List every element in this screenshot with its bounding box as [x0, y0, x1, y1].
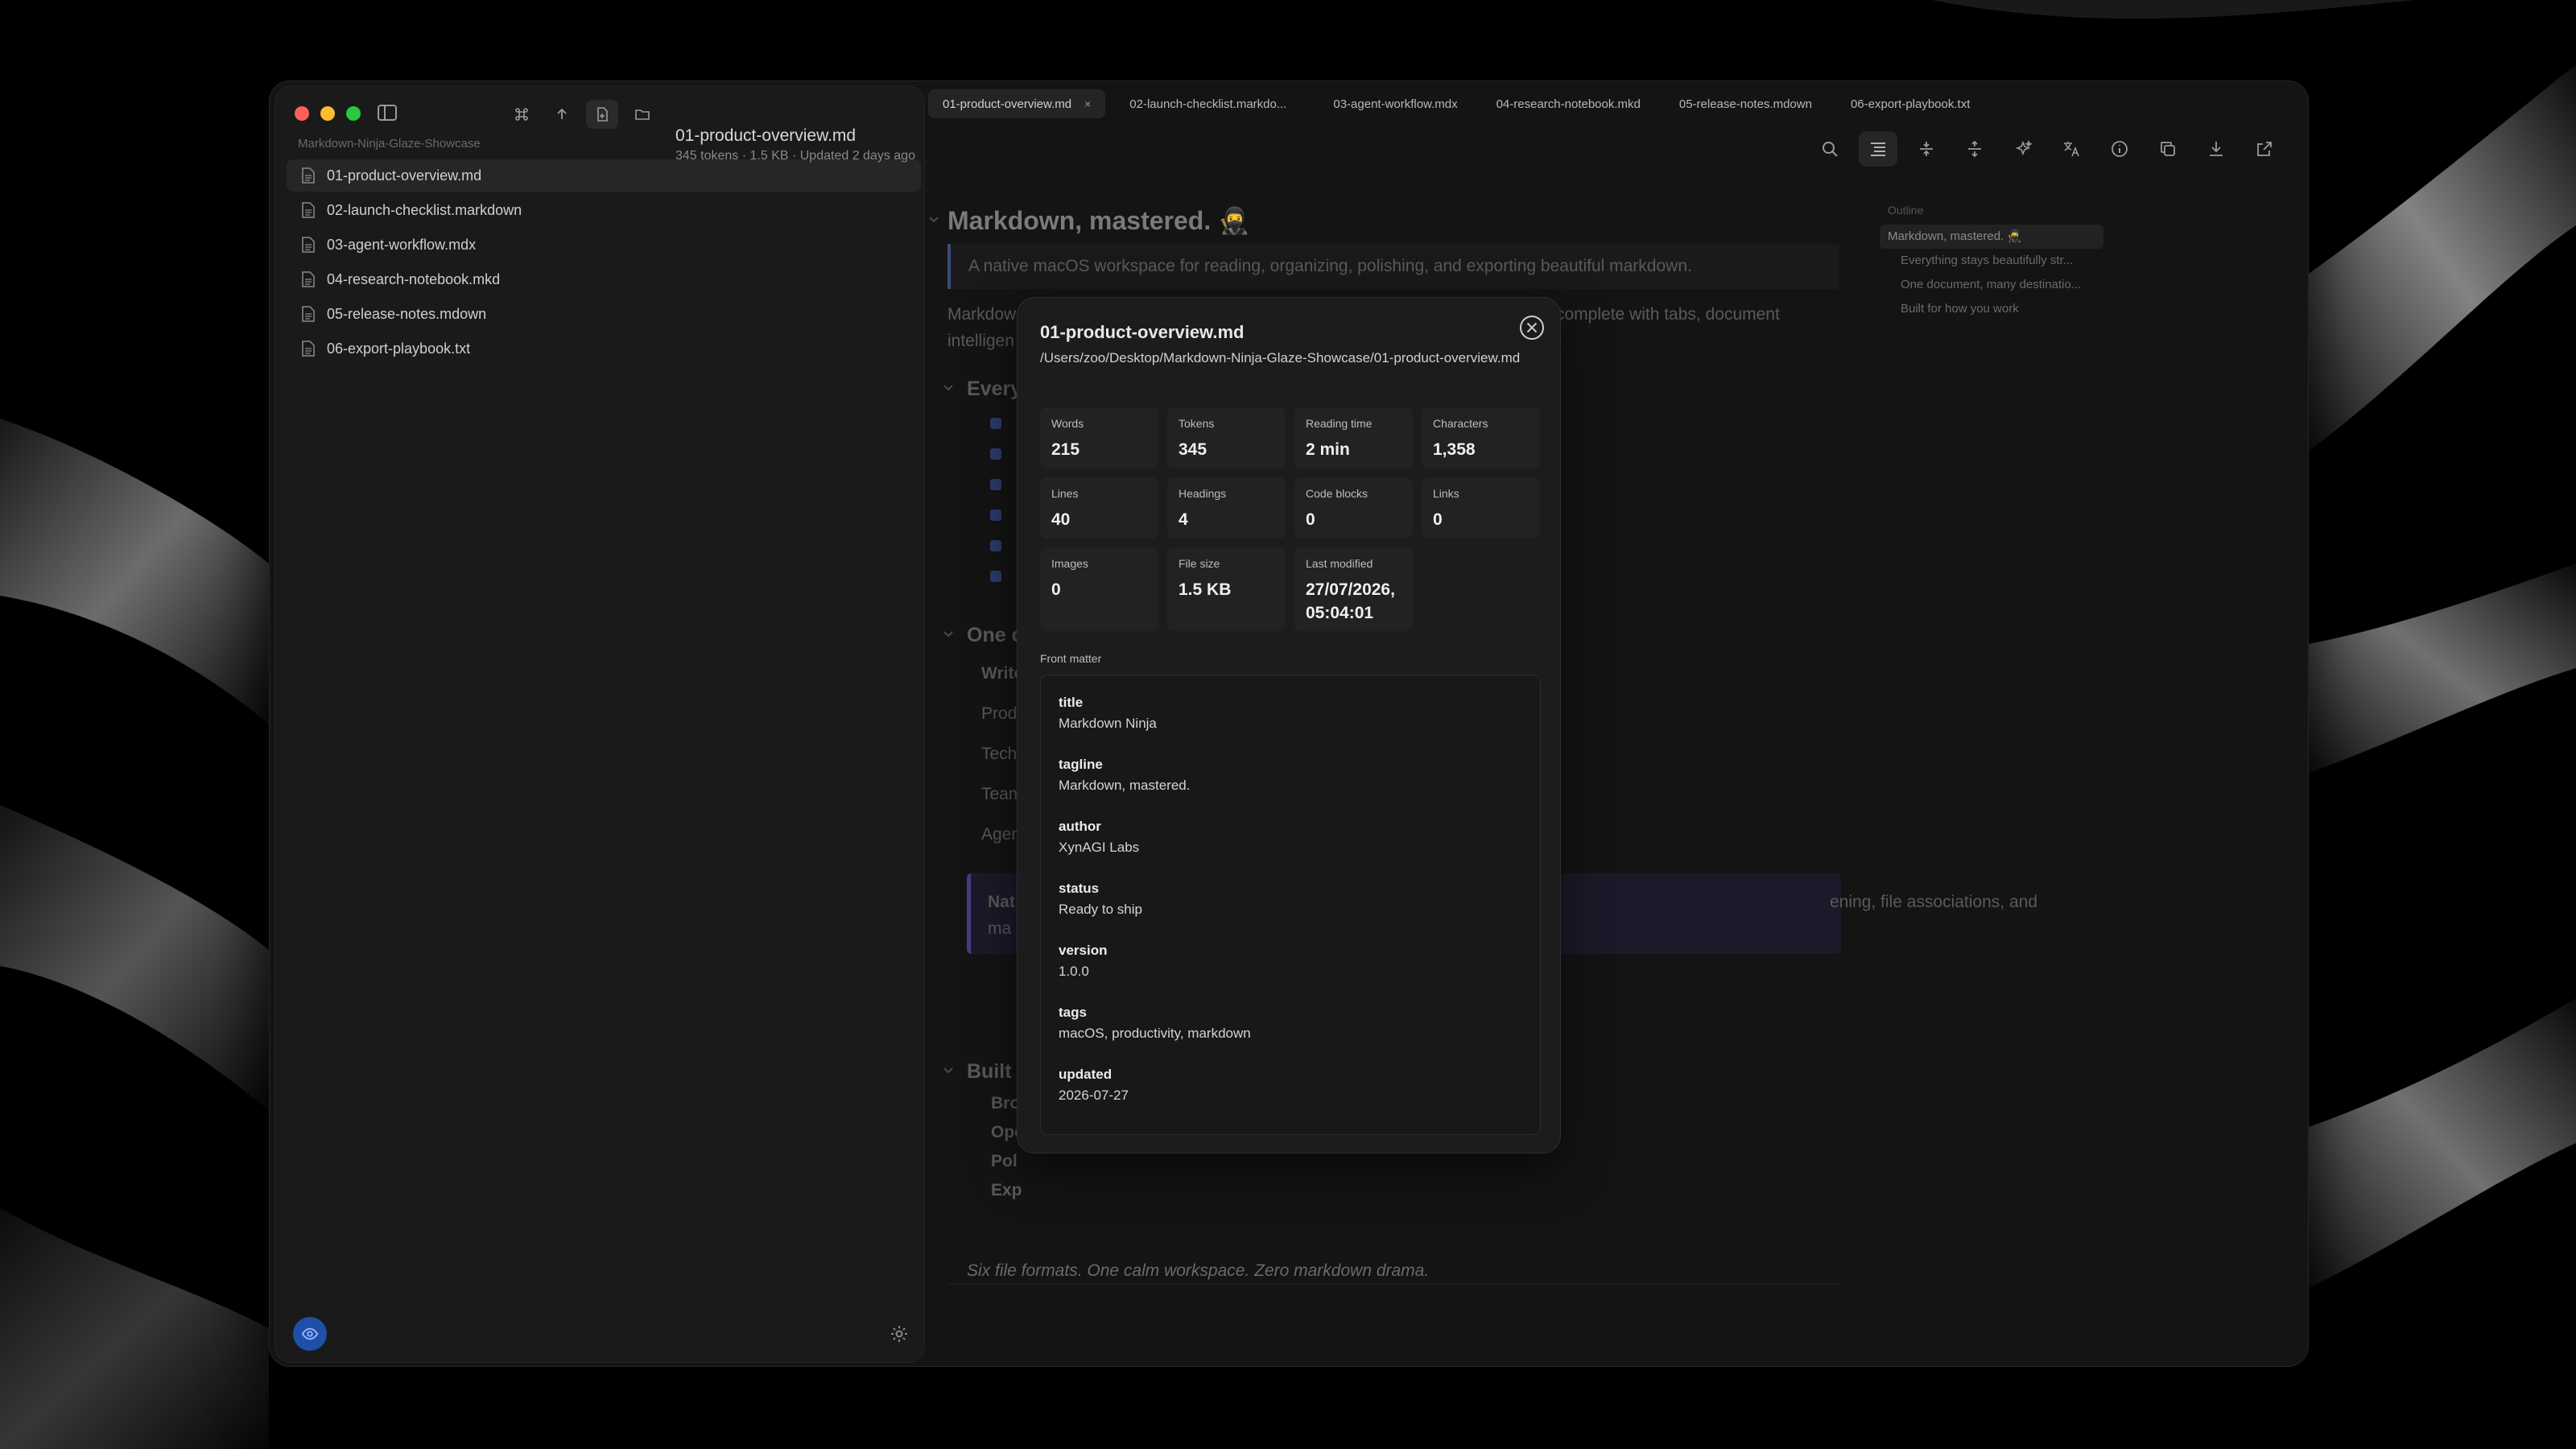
outline-panel: Outline Markdown, mastered. 🥷 Everything…	[1880, 204, 2121, 321]
callout-end: ening, file associations, and	[1830, 893, 2037, 911]
stat-card: File size 1.5 KB	[1167, 547, 1286, 631]
front-matter-row: updated 2026-07-27	[1059, 1067, 1522, 1129]
stat-value: 27/07/2026, 05:04:01	[1306, 580, 1395, 622]
fm-key: version	[1059, 943, 1108, 958]
stat-label: Images	[1051, 557, 1088, 570]
outline-title: Outline	[1888, 204, 1924, 217]
heading-2: Every	[967, 378, 1022, 400]
stat-label: Code blocks	[1306, 487, 1368, 500]
front-matter-box: title Markdown Ninja tagline Markdown, mas…	[1040, 675, 1541, 1135]
stat-label: Characters	[1433, 417, 1488, 430]
stat-value: 1,358	[1433, 440, 1476, 459]
stat-card: Links 0	[1422, 477, 1540, 539]
stat-value: 0	[1306, 510, 1315, 529]
dialog-title: 01-product-overview.md	[1040, 322, 1245, 342]
stat-card: Images 0	[1040, 547, 1158, 631]
checkbox[interactable]	[990, 448, 1001, 460]
stat-card: Lines 40	[1040, 477, 1158, 539]
callout-line2: ma	[988, 919, 1012, 938]
fm-key: updated	[1059, 1067, 1113, 1082]
fm-key: author	[1059, 819, 1101, 834]
fm-value: 1.0.0	[1059, 964, 1089, 979]
table-cell: Agen	[981, 825, 1022, 844]
app-window: Markdown-Ninja-Glaze-Showcase 01-product…	[269, 80, 2309, 1367]
fm-key: tags	[1059, 1005, 1087, 1020]
outline-item[interactable]: Built for how you work	[1880, 297, 2121, 321]
stat-card: Headings 4	[1167, 477, 1286, 539]
list-item: Bro	[991, 1094, 1021, 1113]
checkbox[interactable]	[990, 571, 1001, 582]
tagline-blockquote: A native macOS workspace for reading, or…	[947, 244, 1839, 289]
stat-value: 0	[1433, 510, 1443, 529]
table-cell: Tech	[981, 745, 1018, 763]
heading-2: Built f	[967, 1060, 1024, 1083]
stat-value: 215	[1051, 440, 1080, 459]
stat-card: Characters 1,358	[1422, 407, 1540, 469]
front-matter-row: tagline Markdown, mastered.	[1059, 757, 1522, 819]
callout-start: Nat	[988, 893, 1015, 911]
checkbox[interactable]	[990, 540, 1001, 551]
stat-label: Links	[1433, 487, 1459, 500]
chevron-down-icon[interactable]	[928, 214, 939, 225]
stat-card: Reading time 2 min	[1294, 407, 1413, 469]
stat-value: 4	[1179, 510, 1188, 529]
heading-1: Markdown, mastered. 🥷	[947, 206, 1250, 235]
front-matter-row: tags macOS, productivity, markdown	[1059, 1005, 1522, 1067]
divider	[947, 1284, 1839, 1285]
fm-key: tagline	[1059, 757, 1103, 772]
paragraph-start: Markdow	[947, 305, 1017, 324]
fm-key: status	[1059, 881, 1100, 896]
stat-value: 2 min	[1306, 440, 1350, 459]
fm-value: Markdown, mastered.	[1059, 778, 1191, 793]
fm-value: 2026-07-27	[1059, 1088, 1129, 1103]
fm-value: Ready to ship	[1059, 902, 1142, 917]
outline-item[interactable]: Everything stays beautifully str...	[1880, 249, 2121, 273]
stat-value: 0	[1051, 580, 1061, 599]
front-matter-row: version 1.0.0	[1059, 943, 1522, 1005]
stat-value: 1.5 KB	[1179, 580, 1232, 599]
stat-label: Reading time	[1306, 417, 1373, 430]
front-matter-row: title Markdown Ninja	[1059, 695, 1522, 757]
table-cell: Prod	[981, 704, 1018, 723]
outline-item[interactable]: Markdown, mastered. 🥷	[1880, 225, 2103, 249]
stat-card: Code blocks 0	[1294, 477, 1413, 539]
checkbox[interactable]	[990, 510, 1001, 521]
paragraph-end: complete with tabs, document	[1556, 305, 1780, 324]
front-matter-row: author XynAGI Labs	[1059, 819, 1522, 881]
stats-grid: Words 215 Tokens 345 Reading time 2 min Cha…	[1040, 407, 1541, 631]
stat-label: Tokens	[1179, 417, 1215, 430]
chevron-down-icon[interactable]	[943, 382, 954, 394]
fm-value: Markdown Ninja	[1059, 716, 1157, 731]
stat-card: Words 215	[1040, 407, 1158, 469]
fm-value: XynAGI Labs	[1059, 840, 1140, 855]
front-matter-label: Front matter	[1040, 652, 1102, 665]
file-info-dialog: 01-product-overview.md /Users/zoo/Deskto…	[1017, 297, 1561, 1154]
list-item: Exp	[991, 1181, 1022, 1199]
stat-label: Last modified	[1306, 557, 1373, 570]
stat-label: Lines	[1051, 487, 1079, 500]
paragraph-line2: intelligen	[947, 332, 1014, 350]
close-icon[interactable]	[1518, 314, 1546, 341]
chevron-down-icon[interactable]	[943, 1065, 954, 1076]
outline-item[interactable]: One document, many destinatio...	[1880, 273, 2121, 297]
stat-label: Headings	[1179, 487, 1227, 500]
fm-value: macOS, productivity, markdown	[1059, 1026, 1251, 1041]
heading-2: One c	[967, 624, 1023, 646]
stat-value: 40	[1051, 510, 1071, 529]
chevron-down-icon[interactable]	[943, 629, 954, 640]
stat-value: 345	[1179, 440, 1208, 459]
stat-card: Tokens 345	[1167, 407, 1286, 469]
fm-key: title	[1059, 695, 1084, 710]
stat-label: File size	[1179, 557, 1220, 570]
closing-line: Six file formats. One calm workspace. Ze…	[967, 1261, 1430, 1280]
checkbox[interactable]	[990, 418, 1001, 429]
front-matter-row: status Ready to ship	[1059, 881, 1522, 943]
stat-card: Last modified 27/07/2026, 05:04:01	[1294, 547, 1413, 631]
stat-label: Words	[1051, 417, 1084, 430]
list-item: Pol	[991, 1152, 1018, 1170]
checkbox[interactable]	[990, 479, 1001, 490]
file-path: /Users/zoo/Desktop/Markdown-Ninja-Glaze-…	[1040, 350, 1521, 365]
tagline-text: A native macOS workspace for reading, or…	[968, 257, 1692, 275]
